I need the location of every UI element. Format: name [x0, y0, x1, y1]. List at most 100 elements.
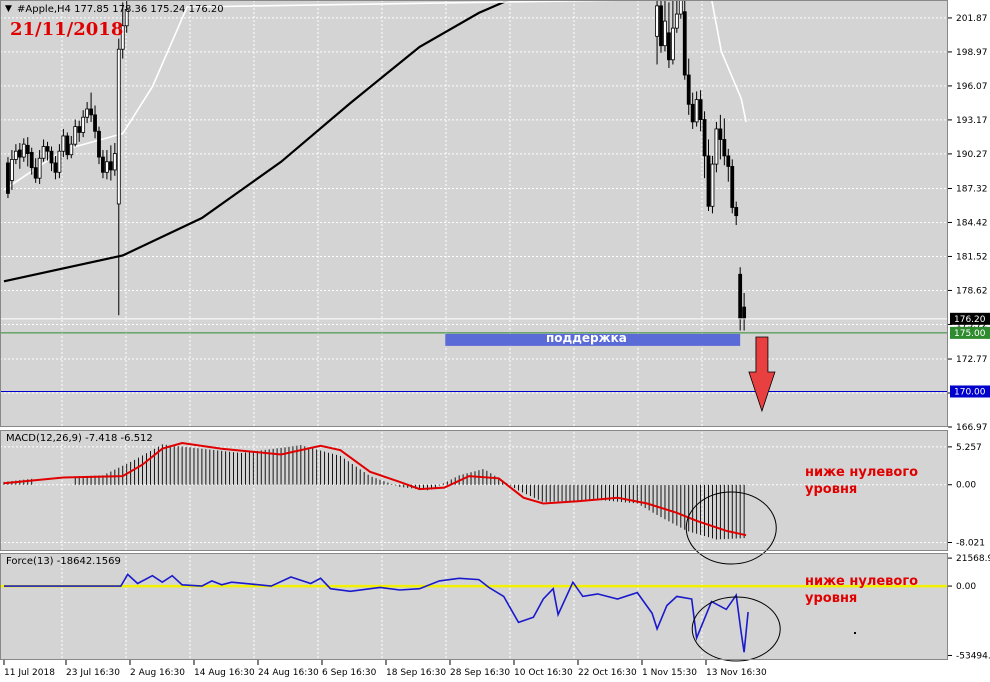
price-tick-label-4: 190.27 — [956, 150, 988, 160]
candle-left-body-17 — [73, 126, 78, 145]
candle-right-body-20 — [734, 207, 739, 217]
price-tick-label-2: 196.07 — [956, 82, 988, 92]
candle-left-body-6 — [29, 151, 34, 169]
candle-left-body-5 — [25, 144, 30, 154]
candle-left-body-19 — [81, 116, 86, 133]
candle-left-body-13 — [57, 150, 62, 173]
pane-border-2 — [0, 553, 948, 660]
candle-left-body-20 — [85, 108, 90, 118]
macd-note-line2: уровня — [805, 482, 858, 497]
candle-right-body-19 — [730, 166, 735, 208]
macd-signal-line — [3, 441, 747, 537]
candle-right-body-8 — [686, 74, 691, 105]
macd-tick-label-1: 0.00 — [956, 481, 976, 491]
candle-left-body-9 — [41, 146, 46, 159]
candle-left-body-16 — [69, 143, 74, 156]
force-note-line2: уровня — [805, 591, 858, 606]
x-tick-label-6: 18 Sep 16:30 — [386, 668, 446, 678]
candle-left-body-26 — [108, 161, 113, 171]
candle-right-body-16 — [718, 128, 723, 140]
pane-border-0 — [0, 0, 948, 427]
ma-long-line — [3, 0, 512, 283]
force-note-line1: ниже нулевого — [805, 574, 919, 589]
price-tick-label-1: 198.97 — [956, 48, 988, 58]
candle-left-body-22 — [93, 114, 97, 132]
current-price-label: 176.20 — [954, 315, 986, 325]
x-tick-label-7: 28 Sep 16:30 — [450, 668, 510, 678]
price-tick-label-5: 187.32 — [956, 184, 988, 194]
candle-right-body-10 — [694, 99, 699, 123]
x-tick-label-10: 1 Nov 15:30 — [642, 668, 697, 678]
price-tick-label-0: 201.87 — [956, 14, 988, 24]
price-tick-label-3: 193.17 — [956, 116, 988, 126]
support-label: поддержка — [546, 331, 627, 345]
candle-left-body-10 — [45, 146, 50, 152]
candle-left-body-27 — [112, 153, 117, 171]
candle-right-body-18 — [726, 155, 731, 167]
x-tick-label-3: 14 Aug 16:30 — [194, 668, 255, 678]
price-tick-label-12: 166.97 — [956, 423, 988, 433]
candle-left-body-2 — [13, 150, 18, 160]
x-tick-label-11: 13 Nov 16:30 — [706, 668, 767, 678]
x-tick-label-9: 22 Oct 16:30 — [578, 668, 637, 678]
candle-left-body-0 — [6, 162, 10, 194]
candle-left-body-3 — [17, 149, 22, 158]
candle-right-body-4 — [670, 27, 675, 61]
price-tick-label-8: 178.62 — [956, 286, 988, 296]
price-tick-label-6: 184.42 — [956, 218, 988, 228]
price-tick-label-10: 172.77 — [956, 355, 988, 365]
grid-lines — [0, 0, 948, 660]
candle-right-body-11 — [698, 99, 703, 120]
candle-right-body-3 — [667, 32, 671, 61]
candle-right-body-12 — [702, 119, 707, 157]
force-highlight-ellipse — [691, 596, 781, 662]
down-arrow — [748, 336, 776, 413]
candle-right-body-22 — [742, 306, 747, 320]
level-label-0: 175.00 — [954, 329, 986, 339]
candle-right-body-6 — [678, 0, 683, 15]
collapse-icon[interactable]: ▼ — [5, 4, 12, 14]
candle-right-body-21 — [738, 273, 743, 320]
x-tick-label-0: 11 Jul 2018 — [4, 668, 55, 678]
candle-right-body-1 — [659, 5, 663, 47]
macd-tick-label-2: -8.021 — [956, 539, 985, 549]
x-tick-label-2: 2 Aug 16:30 — [130, 668, 185, 678]
force-title: Force(13) -18642.1569 — [6, 556, 121, 567]
macd-title: MACD(12,26,9) -7.418 -6.512 — [6, 433, 153, 444]
candle-left-body-1 — [10, 159, 14, 181]
x-tick-label-5: 6 Sep 16:30 — [322, 668, 377, 678]
force-tick-label-2: -53494.1 — [956, 651, 990, 661]
candle-right-body-17 — [722, 139, 727, 157]
candle-left-body-15 — [65, 135, 70, 156]
macd-note-line1: ниже нулевого — [805, 465, 919, 480]
candle-right-body-13 — [706, 155, 711, 207]
candle-left-body-23 — [97, 130, 101, 158]
candle-left-body-18 — [77, 126, 82, 133]
candle-right-body-2 — [663, 20, 667, 47]
candle-right-body-9 — [690, 103, 695, 123]
force-tick-label-1: 0.00 — [956, 582, 976, 592]
candle-left-body-28 — [116, 48, 121, 205]
candle-left-body-7 — [33, 167, 38, 179]
candle-left-body-12 — [53, 162, 58, 173]
candle-left-body-8 — [37, 157, 42, 179]
force-dot — [854, 632, 856, 634]
x-tick-label-4: 24 Aug 16:30 — [258, 668, 319, 678]
candle-right-body-0 — [655, 5, 659, 37]
force-tick-label-0: 21568.99 — [956, 554, 990, 564]
macd-tick-label-0: 5.257 — [956, 443, 982, 453]
candle-left-body-21 — [89, 108, 93, 116]
level-label-1: 170.00 — [954, 387, 986, 397]
price-tick-label-7: 181.52 — [956, 252, 988, 262]
date-stamp: 21/11/2018 — [10, 19, 124, 40]
candle-right-body-15 — [714, 128, 719, 165]
candle-right-body-14 — [710, 163, 715, 207]
candle-left-body-25 — [105, 161, 109, 173]
candle-right-body-7 — [682, 11, 687, 76]
x-tick-label-1: 23 Jul 16:30 — [66, 668, 120, 678]
candle-left-body-24 — [101, 156, 105, 173]
price-chart — [0, 0, 948, 413]
x-tick-label-8: 10 Oct 16:30 — [514, 668, 573, 678]
candle-left-body-11 — [49, 150, 54, 164]
candle-left-body-4 — [21, 143, 26, 158]
